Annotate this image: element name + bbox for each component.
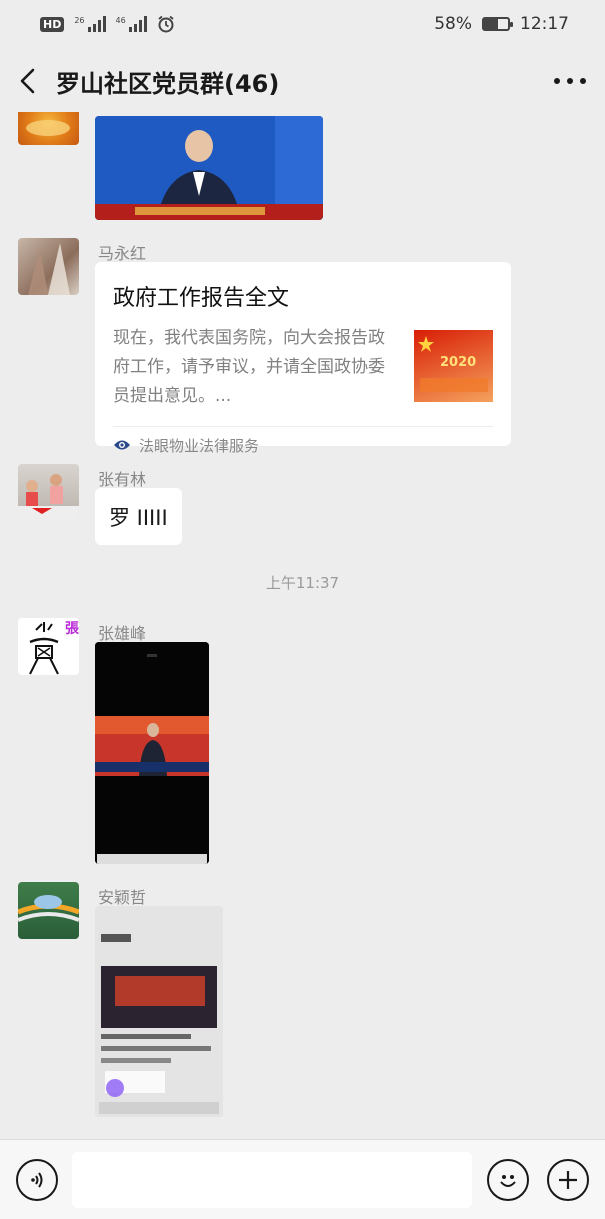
clock: 12:17 <box>520 14 569 34</box>
link-card[interactable]: 政府工作报告全文 现在，我代表国务院，向大会报告政府工作，请予审议，并请全国政协… <box>95 262 511 455</box>
link-source: 法眼物业法律服务 <box>113 427 493 463</box>
battery-level <box>484 19 498 29</box>
alarm-clock-icon <box>158 15 174 33</box>
avatar[interactable] <box>18 882 79 939</box>
sender-name: 安颖哲 <box>98 888 147 907</box>
signal-1-icon: 26 <box>74 16 106 32</box>
message-list[interactable]: 马永红 政府工作报告全文 现在，我代表国务院，向大会报告政府工作，请予审议，并请… <box>0 112 605 1139</box>
screenshot-thumbnail <box>95 906 223 1117</box>
link-thumbnail: 2020 <box>414 330 493 402</box>
back-chevron-icon[interactable] <box>18 67 38 95</box>
eye-logo-icon <box>114 440 130 450</box>
input-bar <box>0 1139 605 1219</box>
link-body: 现在，我代表国务院，向大会报告政府工作，请予审议，并请全国政协委员提出意见。..… <box>113 324 493 412</box>
avatar[interactable] <box>18 112 79 145</box>
avatar[interactable] <box>18 238 79 295</box>
thumbnail-year: 2020 <box>440 355 477 370</box>
text-message[interactable]: 罗 IIIII <box>95 488 182 545</box>
signal-2-icon: 46 <box>116 16 147 32</box>
avatar-character: 張 <box>65 621 79 637</box>
avatar[interactable] <box>18 464 79 521</box>
sender-name: 张雄峰 <box>98 624 147 643</box>
battery-percent: 58% <box>434 14 472 34</box>
voice-button[interactable] <box>16 1159 58 1201</box>
link-title: 政府工作报告全文 <box>113 286 290 311</box>
plus-icon <box>559 1171 577 1189</box>
image-message[interactable] <box>95 906 223 1117</box>
plus-button[interactable] <box>547 1159 589 1201</box>
image-message[interactable] <box>95 116 323 220</box>
link-description: 现在，我代表国务院，向大会报告政府工作，请予审议，并请全国政协委员提出意见。..… <box>113 328 385 406</box>
emoji-icon <box>500 1175 516 1187</box>
message-input[interactable] <box>72 1152 472 1208</box>
nav-bar: 罗山社区党员群(46) <box>0 48 605 114</box>
emoji-button[interactable] <box>487 1159 529 1201</box>
source-name: 法眼物业法律服务 <box>139 436 260 455</box>
battery-icon <box>482 17 513 31</box>
video-thumbnail <box>95 116 323 220</box>
status-left: HD 26 46 <box>40 15 175 33</box>
hd-badge: HD <box>40 16 65 32</box>
sender-name: 张有林 <box>98 470 147 489</box>
video-message[interactable] <box>95 642 209 864</box>
voice-icon <box>31 1172 43 1188</box>
status-bar: HD 26 46 58% 12:17 <box>0 0 605 48</box>
avatar[interactable]: 張 <box>18 618 79 675</box>
video-frame <box>95 642 209 864</box>
more-dots-icon[interactable] <box>553 76 587 86</box>
status-right: 58% 12:17 <box>434 14 569 34</box>
sender-name: 马永红 <box>98 244 147 263</box>
timestamp: 上午11:37 <box>265 574 340 592</box>
chat-title: 罗山社区党员群(46) <box>56 69 280 98</box>
